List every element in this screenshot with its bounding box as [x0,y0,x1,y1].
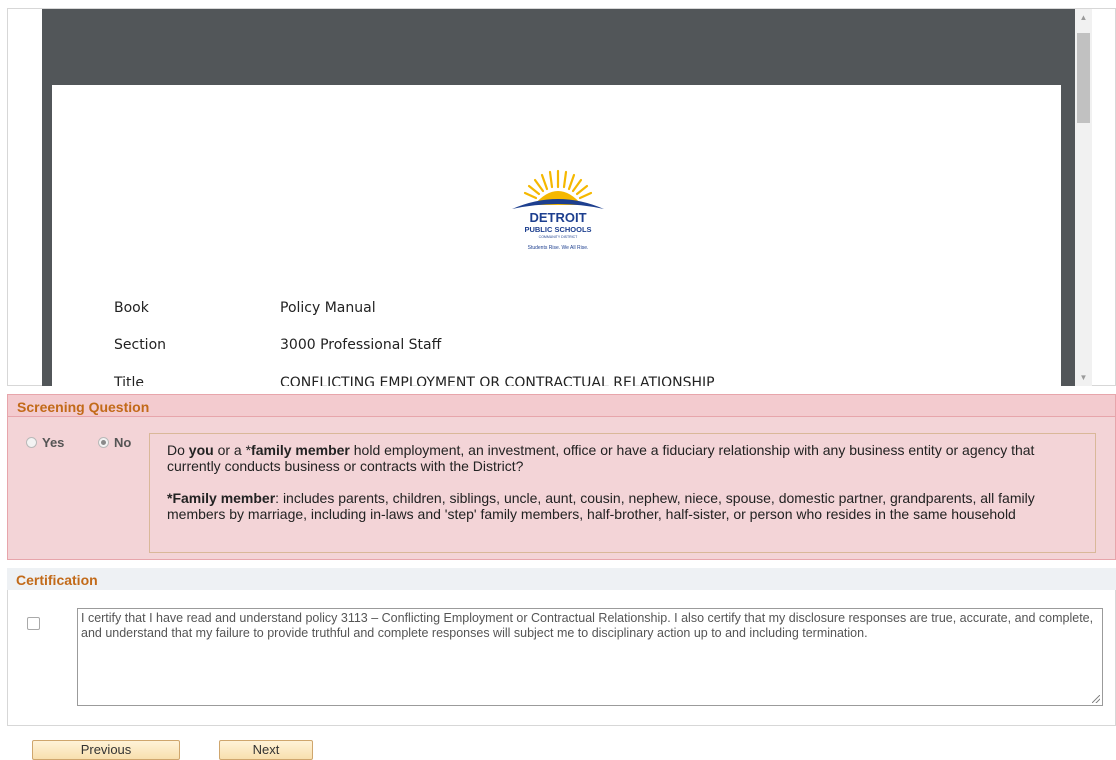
meta-key: Section [114,337,167,353]
resize-grip-icon[interactable] [1092,695,1100,703]
radio-no-circle[interactable] [98,437,109,448]
certification-textarea[interactable]: I certify that I have read and understan… [77,608,1103,706]
radio-no-label: No [114,435,132,450]
district-logo: DETROIT PUBLIC SCHOOLS COMMUNITY DISTRIC… [512,169,604,251]
policy-page: DETROIT PUBLIC SCHOOLS COMMUNITY DISTRIC… [52,85,1061,386]
viewer-scrollbar[interactable]: ▲ ▼ [1075,9,1092,386]
logo-line2: PUBLIC SCHOOLS [524,225,591,234]
question-text: Do [167,442,189,458]
definition-paragraph: *Family member: includes parents, childr… [167,490,1078,522]
screening-question-text: Do you or a *family member hold employme… [149,433,1096,553]
radio-yes[interactable]: Yes [26,435,64,450]
logo-line3: COMMUNITY DISTRICT [539,235,578,239]
definition-text: : includes parents, children, siblings, … [167,490,1035,522]
meta-value: CONFLICTING EMPLOYMENT OR CONTRACTUAL RE… [280,375,715,386]
previous-button[interactable]: Previous [32,740,180,760]
meta-key: Book [114,300,149,316]
document-viewer[interactable]: DETROIT PUBLIC SCHOOLS COMMUNITY DISTRIC… [7,8,1116,386]
question-text: or a * [213,442,252,458]
screening-section: Screening Question Yes No Do you or a *f… [7,394,1116,560]
logo-name: DETROIT [529,210,586,225]
certify-checkbox[interactable] [27,617,40,630]
radio-no[interactable]: No [98,435,131,450]
next-button[interactable]: Next [219,740,313,760]
certification-heading: Certification [7,568,1116,590]
certification-section: I certify that I have read and understan… [7,590,1116,726]
screening-heading: Screening Question [8,395,1115,417]
scroll-up-arrow-icon[interactable]: ▲ [1075,9,1092,26]
logo-tagline: Students Rise. We All Rise. [528,245,589,251]
meta-value: Policy Manual [280,300,376,316]
definition-term: *Family member [167,490,276,506]
meta-value: 3000 Professional Staff [280,337,442,353]
radio-yes-label: Yes [42,435,65,450]
question-emphasis: you [188,442,214,458]
scroll-thumb[interactable] [1077,33,1090,123]
radio-yes-circle[interactable] [26,437,37,448]
certification-statement: I certify that I have read and understan… [81,611,1094,640]
pdf-viewport[interactable]: DETROIT PUBLIC SCHOOLS COMMUNITY DISTRIC… [42,9,1075,386]
scroll-down-arrow-icon[interactable]: ▼ [1075,369,1092,386]
question-paragraph: Do you or a *family member hold employme… [167,442,1078,474]
question-emphasis: family member [251,442,350,458]
meta-key: Title [114,375,145,386]
